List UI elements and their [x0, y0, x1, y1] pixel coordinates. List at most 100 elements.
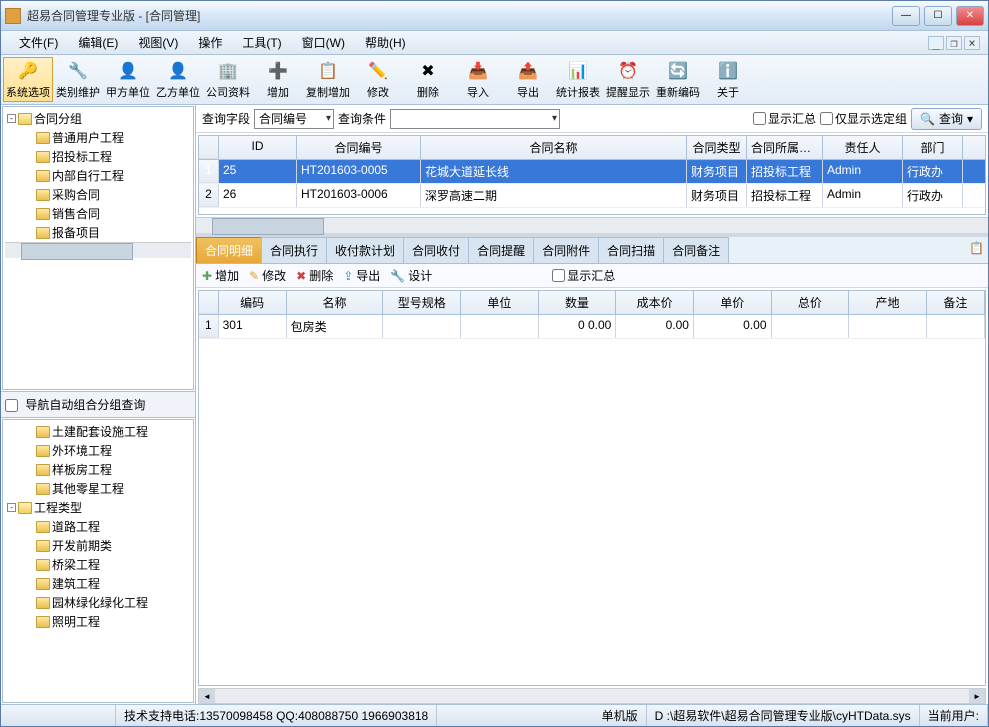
collapse-icon[interactable]: - [7, 114, 16, 123]
show-summary-check[interactable]: 显示汇总 [753, 110, 816, 127]
tree-item[interactable]: 土建配套设施工程 [5, 422, 191, 441]
folder-icon [36, 227, 50, 239]
dcol-price[interactable]: 单价 [694, 291, 772, 314]
menu-edit[interactable]: 编辑(E) [68, 32, 128, 53]
tool-6[interactable]: 📋复制增加 [303, 57, 353, 102]
mdi-minimize[interactable]: _ [928, 36, 944, 50]
contracts-grid[interactable]: ID 合同编号 合同名称 合同类型 合同所属分组 责任人 部门 1 25 HT2… [198, 135, 986, 215]
tree-item[interactable]: 开发前期类 [5, 536, 191, 555]
tree-item[interactable]: 外环境工程 [5, 441, 191, 460]
tab-7[interactable]: 合同备注 [663, 237, 729, 263]
detail-design[interactable]: 🔧设计 [390, 267, 432, 284]
grid-hscroll[interactable] [196, 217, 988, 233]
tab-5[interactable]: 合同附件 [533, 237, 599, 263]
minimize-button[interactable]: — [892, 6, 920, 26]
tab-overflow-icon[interactable]: 📋 [965, 237, 988, 263]
tool-3[interactable]: 👤乙方单位 [153, 57, 203, 102]
tree-item[interactable]: 建筑工程 [5, 574, 191, 593]
dcol-total[interactable]: 总价 [772, 291, 850, 314]
dcol-qty[interactable]: 数量 [539, 291, 617, 314]
col-resp[interactable]: 责任人 [823, 136, 903, 159]
tool-14[interactable]: ℹ️关于 [703, 57, 753, 102]
tree-item[interactable]: 内部自行工程 [5, 166, 191, 185]
mdi-close[interactable]: × [964, 36, 980, 50]
tree-item[interactable]: 其他零星工程 [5, 479, 191, 498]
only-selected-check[interactable]: 仅显示选定组 [820, 110, 907, 127]
tool-10[interactable]: 📤导出 [503, 57, 553, 102]
dcol-spec[interactable]: 型号规格 [383, 291, 461, 314]
col-num[interactable]: 合同编号 [297, 136, 421, 159]
search-field-combo[interactable]: 合同编号 [254, 109, 334, 129]
dcol-origin[interactable]: 产地 [849, 291, 927, 314]
detail-show-summary[interactable]: 显示汇总 [552, 267, 615, 284]
tool-8[interactable]: ✖删除 [403, 57, 453, 102]
table-row[interactable]: 2 26 HT201603-0006 深罗高速二期 财务项目 招投标工程 Adm… [199, 184, 985, 208]
menu-help[interactable]: 帮助(H) [355, 32, 416, 53]
detail-add[interactable]: ✚增加 [202, 267, 239, 284]
menubar: 文件(F) 编辑(E) 视图(V) 操作 工具(T) 窗口(W) 帮助(H) _… [1, 31, 988, 55]
menu-tool[interactable]: 工具(T) [232, 32, 291, 53]
tab-1[interactable]: 合同执行 [261, 237, 327, 263]
tree-item[interactable]: 普通用户工程 [5, 128, 191, 147]
folder-open-icon [18, 502, 32, 514]
menu-window[interactable]: 窗口(W) [292, 32, 355, 53]
dcol-code[interactable]: 编码 [219, 291, 287, 314]
collapse-icon[interactable]: - [7, 503, 16, 512]
tool-4[interactable]: 🏢公司资料 [203, 57, 253, 102]
tree-item[interactable]: 道路工程 [5, 517, 191, 536]
tree-item[interactable]: 园林绿化绿化工程 [5, 593, 191, 612]
tool-5[interactable]: ➕增加 [253, 57, 303, 102]
export-icon: ⇪ [343, 269, 353, 283]
detail-export[interactable]: ⇪导出 [343, 267, 380, 284]
tab-3[interactable]: 合同收付 [403, 237, 469, 263]
col-dept[interactable]: 部门 [903, 136, 963, 159]
tree-item[interactable]: 招投标工程 [5, 147, 191, 166]
search-cond-combo[interactable] [390, 109, 560, 129]
tree-item[interactable]: 桥梁工程 [5, 555, 191, 574]
tool-9[interactable]: 📥导入 [453, 57, 503, 102]
tool-12[interactable]: ⏰提醒显示 [603, 57, 653, 102]
mdi-restore[interactable]: ❐ [946, 36, 962, 50]
tool-icon: 📊 [567, 60, 589, 82]
maximize-button[interactable]: ☐ [924, 6, 952, 26]
menu-file[interactable]: 文件(F) [9, 32, 68, 53]
col-type[interactable]: 合同类型 [687, 136, 747, 159]
tree-item[interactable]: 报备项目 [5, 223, 191, 242]
detail-hscroll[interactable] [198, 688, 986, 704]
detail-delete[interactable]: ✖删除 [296, 267, 333, 284]
dcol-unit[interactable]: 单位 [461, 291, 539, 314]
col-name[interactable]: 合同名称 [421, 136, 687, 159]
dcol-cost[interactable]: 成本价 [616, 291, 694, 314]
detail-edit[interactable]: ✎修改 [249, 267, 286, 284]
dcol-name[interactable]: 名称 [287, 291, 384, 314]
tree-root-contract-group[interactable]: - 合同分组 [5, 109, 191, 128]
tree-hscroll[interactable] [5, 242, 191, 258]
nav-auto-group-checkbox[interactable] [5, 399, 18, 412]
table-row[interactable]: 1 25 HT201603-0005 花城大道延长线 财务项目 招投标工程 Ad… [199, 160, 985, 184]
tree-item[interactable]: 照明工程 [5, 612, 191, 631]
tree-item[interactable]: 销售合同 [5, 204, 191, 223]
tool-13[interactable]: 🔄重新编码 [653, 57, 703, 102]
table-row[interactable]: 1 301 包房类 0 0.00 0.00 0.00 [199, 315, 985, 339]
menu-view[interactable]: 视图(V) [128, 32, 188, 53]
tab-4[interactable]: 合同提醒 [468, 237, 534, 263]
tab-0[interactable]: 合同明细 [196, 237, 262, 263]
menu-operate[interactable]: 操作 [188, 32, 232, 53]
col-id[interactable]: ID [219, 136, 297, 159]
tool-1[interactable]: 🔧类别维护 [53, 57, 103, 102]
dcol-note[interactable]: 备注 [927, 291, 985, 314]
tree-item[interactable]: 样板房工程 [5, 460, 191, 479]
detail-grid[interactable]: 编码 名称 型号规格 单位 数量 成本价 单价 总价 产地 备注 1 301 包… [198, 290, 986, 686]
tool-2[interactable]: 👤甲方单位 [103, 57, 153, 102]
tree-item[interactable]: 采购合同 [5, 185, 191, 204]
tab-2[interactable]: 收付款计划 [326, 237, 404, 263]
col-group[interactable]: 合同所属分组 [747, 136, 823, 159]
tool-7[interactable]: ✏️修改 [353, 57, 403, 102]
tab-6[interactable]: 合同扫描 [598, 237, 664, 263]
titlebar: 超易合同管理专业版 - [合同管理] — ☐ ✕ [1, 1, 988, 31]
tool-0[interactable]: 🔑系统选项 [3, 57, 53, 102]
tree-root-eng-type[interactable]: - 工程类型 [5, 498, 191, 517]
close-button[interactable]: ✕ [956, 6, 984, 26]
search-button[interactable]: 🔍查询 ▾ [911, 108, 982, 130]
tool-11[interactable]: 📊统计报表 [553, 57, 603, 102]
